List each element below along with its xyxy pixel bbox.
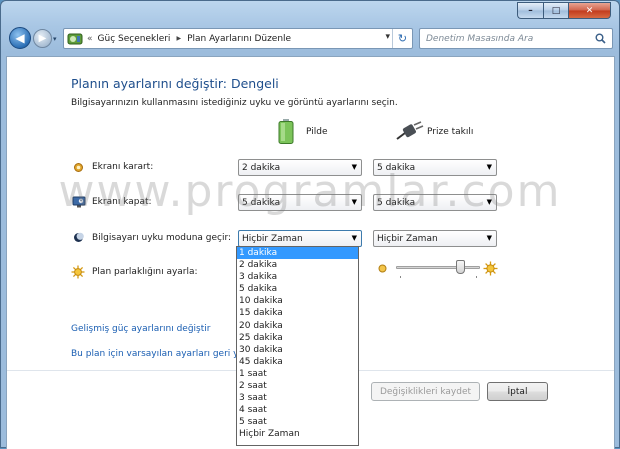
page-title: Planın ayarlarını değiştir: Dengeli bbox=[71, 76, 279, 91]
minimize-button[interactable]: – bbox=[517, 2, 543, 19]
sleep-option[interactable]: 1 saat bbox=[237, 368, 358, 380]
restore-defaults-link[interactable]: Bu plan için varsayılan ayarları geri yü… bbox=[71, 349, 249, 359]
sleep-plugged-select[interactable]: Hiçbir Zaman ▼ bbox=[373, 230, 497, 247]
cancel-button[interactable]: İptal bbox=[487, 382, 548, 401]
brightness-label: Plan parlaklığını ayarla: bbox=[92, 267, 198, 277]
advanced-settings-link[interactable]: Gelişmiş güç ayarlarını değiştir bbox=[71, 324, 210, 334]
turn-off-display-label: Ekranı kapat: bbox=[92, 197, 152, 207]
brightness-high-icon bbox=[483, 261, 498, 276]
turn-off-display-battery-value: 5 dakika bbox=[242, 197, 281, 208]
chevron-down-icon: ▼ bbox=[351, 198, 357, 206]
slider-track bbox=[396, 266, 480, 269]
sleep-option[interactable]: 45 dakika bbox=[237, 356, 358, 368]
sleep-option[interactable]: 2 dakika bbox=[237, 259, 358, 271]
address-dropdown-icon[interactable]: ▾ bbox=[385, 32, 390, 42]
sleep-option[interactable]: 10 dakika bbox=[237, 295, 358, 307]
breadcrumb-arrow-icon[interactable]: ▶ bbox=[176, 35, 181, 42]
chevron-down-icon: ▼ bbox=[486, 234, 492, 242]
turn-off-display-plugged-value: 5 dakika bbox=[377, 197, 416, 208]
search-input[interactable]: Denetim Masasında Ara bbox=[426, 34, 533, 44]
turn-off-display-battery-select[interactable]: 5 dakika ▼ bbox=[238, 194, 362, 211]
search-icon[interactable] bbox=[595, 33, 606, 44]
sleep-option[interactable]: 3 dakika bbox=[237, 271, 358, 283]
dim-display-battery-select[interactable]: 2 dakika ▼ bbox=[238, 159, 362, 176]
back-button[interactable]: ◀ bbox=[9, 27, 31, 49]
sleep-options-list[interactable]: 1 dakika 2 dakika 3 dakika 5 dakika 10 dakik… bbox=[236, 246, 359, 446]
sleep-option[interactable]: 25 dakika bbox=[237, 332, 358, 344]
chevron-down-icon: ▼ bbox=[486, 163, 492, 171]
maximize-button[interactable]: □ bbox=[543, 2, 568, 19]
brightness-slider[interactable] bbox=[396, 260, 480, 278]
close-button[interactable]: ✕ bbox=[568, 2, 611, 19]
slider-thumb[interactable] bbox=[456, 260, 465, 274]
dim-display-plugged-value: 5 dakika bbox=[377, 162, 416, 173]
save-changes-button[interactable]: Değişiklikleri kaydet bbox=[371, 382, 480, 401]
sleep-option[interactable]: 1 dakika bbox=[237, 247, 358, 260]
forward-button[interactable]: ▶ bbox=[33, 29, 52, 48]
breadcrumb-power-options[interactable]: Güç Seçenekleri bbox=[98, 34, 171, 44]
dim-display-icon bbox=[74, 163, 83, 172]
monitor-icon bbox=[72, 196, 86, 208]
dim-display-plugged-select[interactable]: 5 dakika ▼ bbox=[373, 159, 497, 176]
address-separator: « bbox=[87, 33, 93, 44]
back-arrow-icon: ◀ bbox=[15, 31, 25, 45]
page-subtitle: Bilgisayarınızın kullanmasını istediğini… bbox=[71, 98, 398, 108]
sleep-option[interactable]: 5 saat bbox=[237, 416, 358, 428]
breadcrumb-edit-plan[interactable]: Plan Ayarlarını Düzenle bbox=[187, 34, 291, 44]
search-box[interactable]: Denetim Masasında Ara bbox=[419, 28, 613, 49]
dim-display-label: Ekranı karart: bbox=[92, 162, 154, 172]
sleep-option[interactable]: 3 saat bbox=[237, 392, 358, 404]
brightness-icon bbox=[71, 265, 85, 279]
sleep-option[interactable]: 2 saat bbox=[237, 380, 358, 392]
sleep-option[interactable]: 30 dakika bbox=[237, 344, 358, 356]
chevron-down-icon: ▼ bbox=[351, 234, 357, 242]
sleep-option[interactable]: 4 saat bbox=[237, 404, 358, 416]
sleep-moon-icon bbox=[74, 232, 84, 242]
sleep-option[interactable]: 15 dakika bbox=[237, 307, 358, 319]
recent-pages-icon[interactable]: ▾ bbox=[53, 35, 57, 43]
sleep-option[interactable]: 20 dakika bbox=[237, 320, 358, 332]
column-plugged-label: Prize takılı bbox=[427, 127, 474, 137]
chevron-down-icon: ▼ bbox=[486, 198, 492, 206]
dim-display-battery-value: 2 dakika bbox=[242, 162, 281, 173]
power-plug-icon bbox=[396, 121, 424, 140]
column-battery-label: Pilde bbox=[306, 127, 328, 137]
sleep-battery-select[interactable]: Hiçbir Zaman ▼ bbox=[238, 230, 362, 247]
chevron-down-icon: ▼ bbox=[351, 163, 357, 171]
address-bar[interactable]: « Güç Seçenekleri ▶ Plan Ayarlarını Düze… bbox=[63, 28, 413, 49]
sleep-option[interactable]: Hiçbir Zaman bbox=[237, 428, 358, 440]
control-panel-icon bbox=[67, 33, 83, 44]
sleep-option[interactable]: 5 dakika bbox=[237, 283, 358, 295]
sleep-label: Bilgisayarı uyku moduna geçir: bbox=[92, 233, 232, 243]
sleep-battery-value: Hiçbir Zaman bbox=[242, 233, 303, 244]
forward-arrow-icon: ▶ bbox=[38, 33, 47, 44]
sleep-plugged-value: Hiçbir Zaman bbox=[377, 233, 438, 244]
window-controls: – □ ✕ bbox=[517, 2, 611, 19]
refresh-icon[interactable]: ↻ bbox=[392, 29, 412, 48]
brightness-low-icon bbox=[378, 264, 387, 273]
battery-icon bbox=[278, 119, 294, 144]
turn-off-display-plugged-select[interactable]: 5 dakika ▼ bbox=[373, 194, 497, 211]
